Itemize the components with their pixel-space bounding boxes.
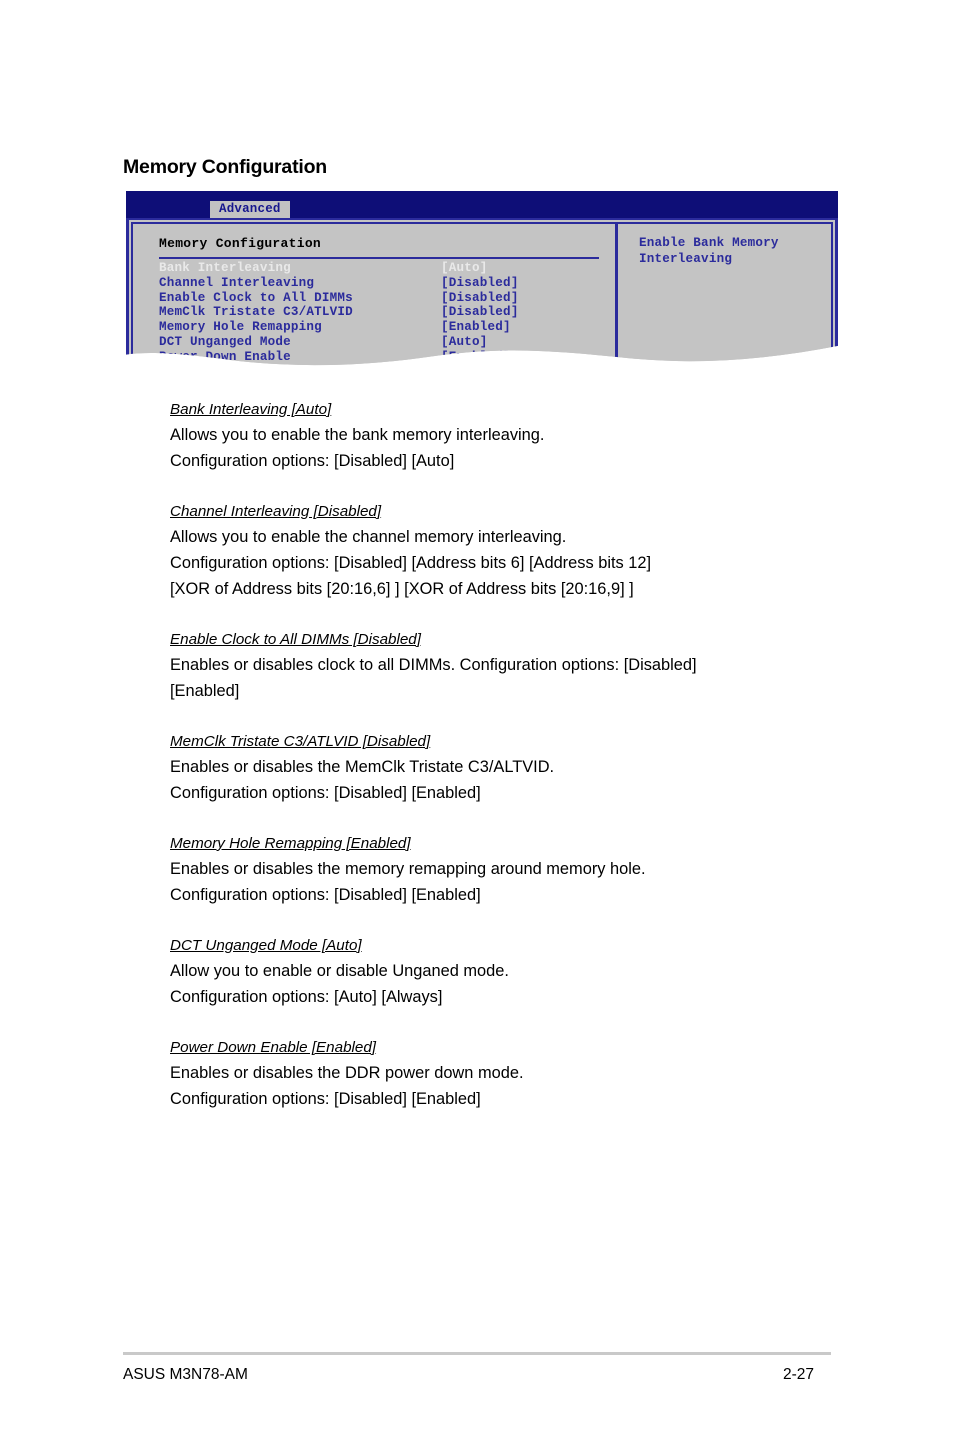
description-line: Configuration options: [Disabled] [Enabl… bbox=[170, 886, 481, 904]
bios-setting-row[interactable]: Power Down Enable [Enabled] bbox=[159, 350, 604, 365]
description-title: Bank Interleaving [Auto] bbox=[170, 401, 332, 418]
bios-setting-label: Memory Hole Remapping bbox=[159, 320, 322, 335]
bios-setting-value[interactable]: [Enabled] bbox=[441, 320, 511, 335]
description-entry: Bank Interleaving [Auto] Allows you to en… bbox=[170, 398, 838, 474]
description-line: Enables or disables clock to all DIMMs. … bbox=[170, 656, 697, 674]
description-title: MemClk Tristate C3/ATLVID [Disabled] bbox=[170, 733, 431, 750]
bios-setting-value[interactable]: [Auto] bbox=[441, 335, 488, 350]
bios-help-text: Enable Bank Memory Interleaving bbox=[639, 236, 779, 266]
description-line: Enables or disables the memory remapping… bbox=[170, 860, 646, 878]
bios-screenshot-figure: Advanced Memory Configuration Bank Inter… bbox=[126, 191, 838, 366]
footer-page-number: 2-27 bbox=[783, 1366, 815, 1383]
description-line: Enables or disables the MemClk Tristate … bbox=[170, 758, 555, 776]
bios-setting-label: MemClk Tristate C3/ATLVID bbox=[159, 305, 353, 320]
bios-pane-heading: Memory Configuration bbox=[159, 236, 322, 251]
tab-advanced[interactable]: Advanced bbox=[210, 201, 290, 219]
description-line: Allows you to enable the bank memory int… bbox=[170, 426, 545, 444]
bios-setting-value[interactable]: [Disabled] bbox=[441, 305, 519, 320]
bios-pane-divider bbox=[615, 224, 618, 366]
description-line: Configuration options: [Disabled] [Enabl… bbox=[170, 1090, 481, 1108]
bios-setting-row[interactable]: DCT Unganged Mode [Auto] bbox=[159, 335, 604, 350]
bios-setting-label: Power Down Enable bbox=[159, 349, 291, 364]
description-entry: DCT Unganged Mode [Auto] Allow you to ena… bbox=[170, 934, 838, 1010]
bios-settings-list: Bank Interleaving [Auto] Channel Interleav… bbox=[159, 261, 604, 365]
bios-setting-value[interactable]: [Enabled] bbox=[441, 350, 511, 365]
bios-window-inner: Memory Configuration Bank Interleaving [A… bbox=[131, 222, 833, 366]
description-line: Configuration options: [Disabled] [Addre… bbox=[170, 554, 652, 572]
manual-page: Memory Configuration Advanced Memory Con… bbox=[0, 0, 954, 1438]
footer-divider bbox=[123, 1352, 831, 1355]
page-title: Memory Configuration bbox=[123, 156, 327, 179]
footer-product-name: ASUS M3N78-AM bbox=[123, 1366, 248, 1383]
description-title: Memory Hole Remapping [Enabled] bbox=[170, 835, 411, 852]
description-line: Allow you to enable or disable Unganed m… bbox=[170, 962, 509, 980]
description-line: [Enabled] bbox=[170, 682, 240, 700]
description-title: Channel Interleaving [Disabled] bbox=[170, 503, 382, 520]
bios-window-body: Memory Configuration Bank Interleaving [A… bbox=[126, 218, 838, 366]
bios-screenshot-clip: Advanced Memory Configuration Bank Inter… bbox=[126, 191, 838, 366]
description-entry: Memory Hole Remapping [Enabled] Enables o… bbox=[170, 832, 838, 908]
bios-setting-label: Enable Clock to All DIMMs bbox=[159, 290, 353, 305]
bios-heading-divider bbox=[159, 257, 599, 259]
description-title: Enable Clock to All DIMMs [Disabled] bbox=[170, 631, 421, 648]
description-list: Bank Interleaving [Auto] Allows you to en… bbox=[170, 398, 838, 1112]
description-line: Allows you to enable the channel memory … bbox=[170, 528, 567, 546]
bios-setting-value[interactable]: [Disabled] bbox=[441, 276, 519, 291]
bios-settings-pane: Memory Configuration Bank Interleaving [A… bbox=[133, 224, 613, 366]
bios-setting-row[interactable]: Channel Interleaving [Disabled] bbox=[159, 276, 604, 291]
description-line: Enables or disables the DDR power down m… bbox=[170, 1064, 524, 1082]
bios-setting-row[interactable]: Bank Interleaving [Auto] bbox=[159, 261, 604, 276]
description-entry: MemClk Tristate C3/ATLVID [Disabled] Enab… bbox=[170, 730, 838, 806]
bios-setting-row[interactable]: Enable Clock to All DIMMs [Disabled] bbox=[159, 291, 604, 306]
description-title: Power Down Enable [Enabled] bbox=[170, 1039, 377, 1056]
description-line: [XOR of Address bits [20:16,6] ] [XOR of… bbox=[170, 580, 634, 598]
bios-setting-row[interactable]: Memory Hole Remapping [Enabled] bbox=[159, 320, 604, 335]
description-line: Configuration options: [Auto] [Always] bbox=[170, 988, 443, 1006]
description-line: Configuration options: [Disabled] [Auto] bbox=[170, 452, 455, 470]
bios-help-pane: Enable Bank Memory Interleaving bbox=[629, 224, 831, 366]
description-entry: Channel Interleaving [Disabled] Allows yo… bbox=[170, 500, 838, 602]
bios-setting-value[interactable]: [Auto] bbox=[441, 261, 488, 276]
bios-setting-label: Channel Interleaving bbox=[159, 275, 315, 290]
bios-menubar: Advanced bbox=[126, 191, 838, 218]
bios-setting-row[interactable]: MemClk Tristate C3/ATLVID [Disabled] bbox=[159, 305, 604, 320]
description-entry: Power Down Enable [Enabled] Enables or di… bbox=[170, 1036, 838, 1112]
bios-setting-label: Bank Interleaving bbox=[159, 261, 291, 275]
description-line: Configuration options: [Disabled] [Enabl… bbox=[170, 784, 481, 802]
bios-setting-value[interactable]: [Disabled] bbox=[441, 291, 519, 306]
bios-setting-label: DCT Unganged Mode bbox=[159, 334, 291, 349]
description-title: DCT Unganged Mode [Auto] bbox=[170, 937, 362, 954]
description-entry: Enable Clock to All DIMMs [Disabled] Enab… bbox=[170, 628, 838, 704]
